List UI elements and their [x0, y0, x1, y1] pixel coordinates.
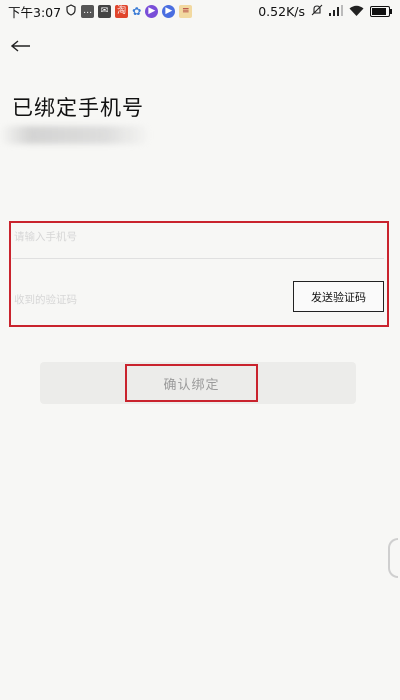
side-gesture-handle[interactable] — [388, 538, 398, 578]
send-code-button[interactable]: 发送验证码 — [293, 281, 384, 312]
network-speed: 0.52K/s — [258, 3, 305, 19]
mail-icon: ✉ — [98, 4, 112, 18]
play-icon: ▶ — [162, 4, 176, 18]
taobao-icon: 淘 — [115, 4, 129, 18]
bind-phone-screen: 下午3:07 … ✉ 淘 ✿ ▶ ▶ ≡ 0.52K/s 已绑定手机号 请输入手… — [0, 0, 400, 700]
status-bar: 下午3:07 … ✉ 淘 ✿ ▶ ▶ ≡ 0.52K/s — [0, 0, 400, 22]
pinwheel-icon: ✿ — [132, 4, 142, 18]
video-icon: ▶ — [145, 4, 159, 18]
status-time: 下午3:07 — [8, 4, 62, 20]
back-button[interactable] — [8, 36, 34, 56]
confirm-bind-label: 确认绑定 — [163, 377, 220, 393]
confirm-highlight-box[interactable]: 确认绑定 — [125, 364, 258, 402]
message-icon: … — [81, 4, 95, 18]
masked-phone-number — [0, 126, 150, 144]
arrow-left-icon — [11, 40, 30, 52]
status-right: 0.52K/s — [258, 4, 400, 19]
page-title: 已绑定手机号 — [12, 96, 144, 120]
shield-icon — [65, 3, 77, 19]
wifi-icon — [349, 4, 364, 19]
battery-icon — [370, 5, 392, 17]
mute-icon — [311, 4, 323, 19]
send-code-label: 发送验证码 — [311, 290, 366, 304]
verification-code-input[interactable] — [12, 291, 266, 309]
divider — [12, 258, 384, 259]
app-icon: ≡ — [179, 4, 193, 18]
status-left: 下午3:07 … ✉ 淘 ✿ ▶ ▶ ≡ — [0, 2, 193, 21]
phone-input[interactable] — [12, 228, 376, 246]
battery-fill — [372, 7, 386, 15]
signal-icon — [329, 4, 343, 19]
